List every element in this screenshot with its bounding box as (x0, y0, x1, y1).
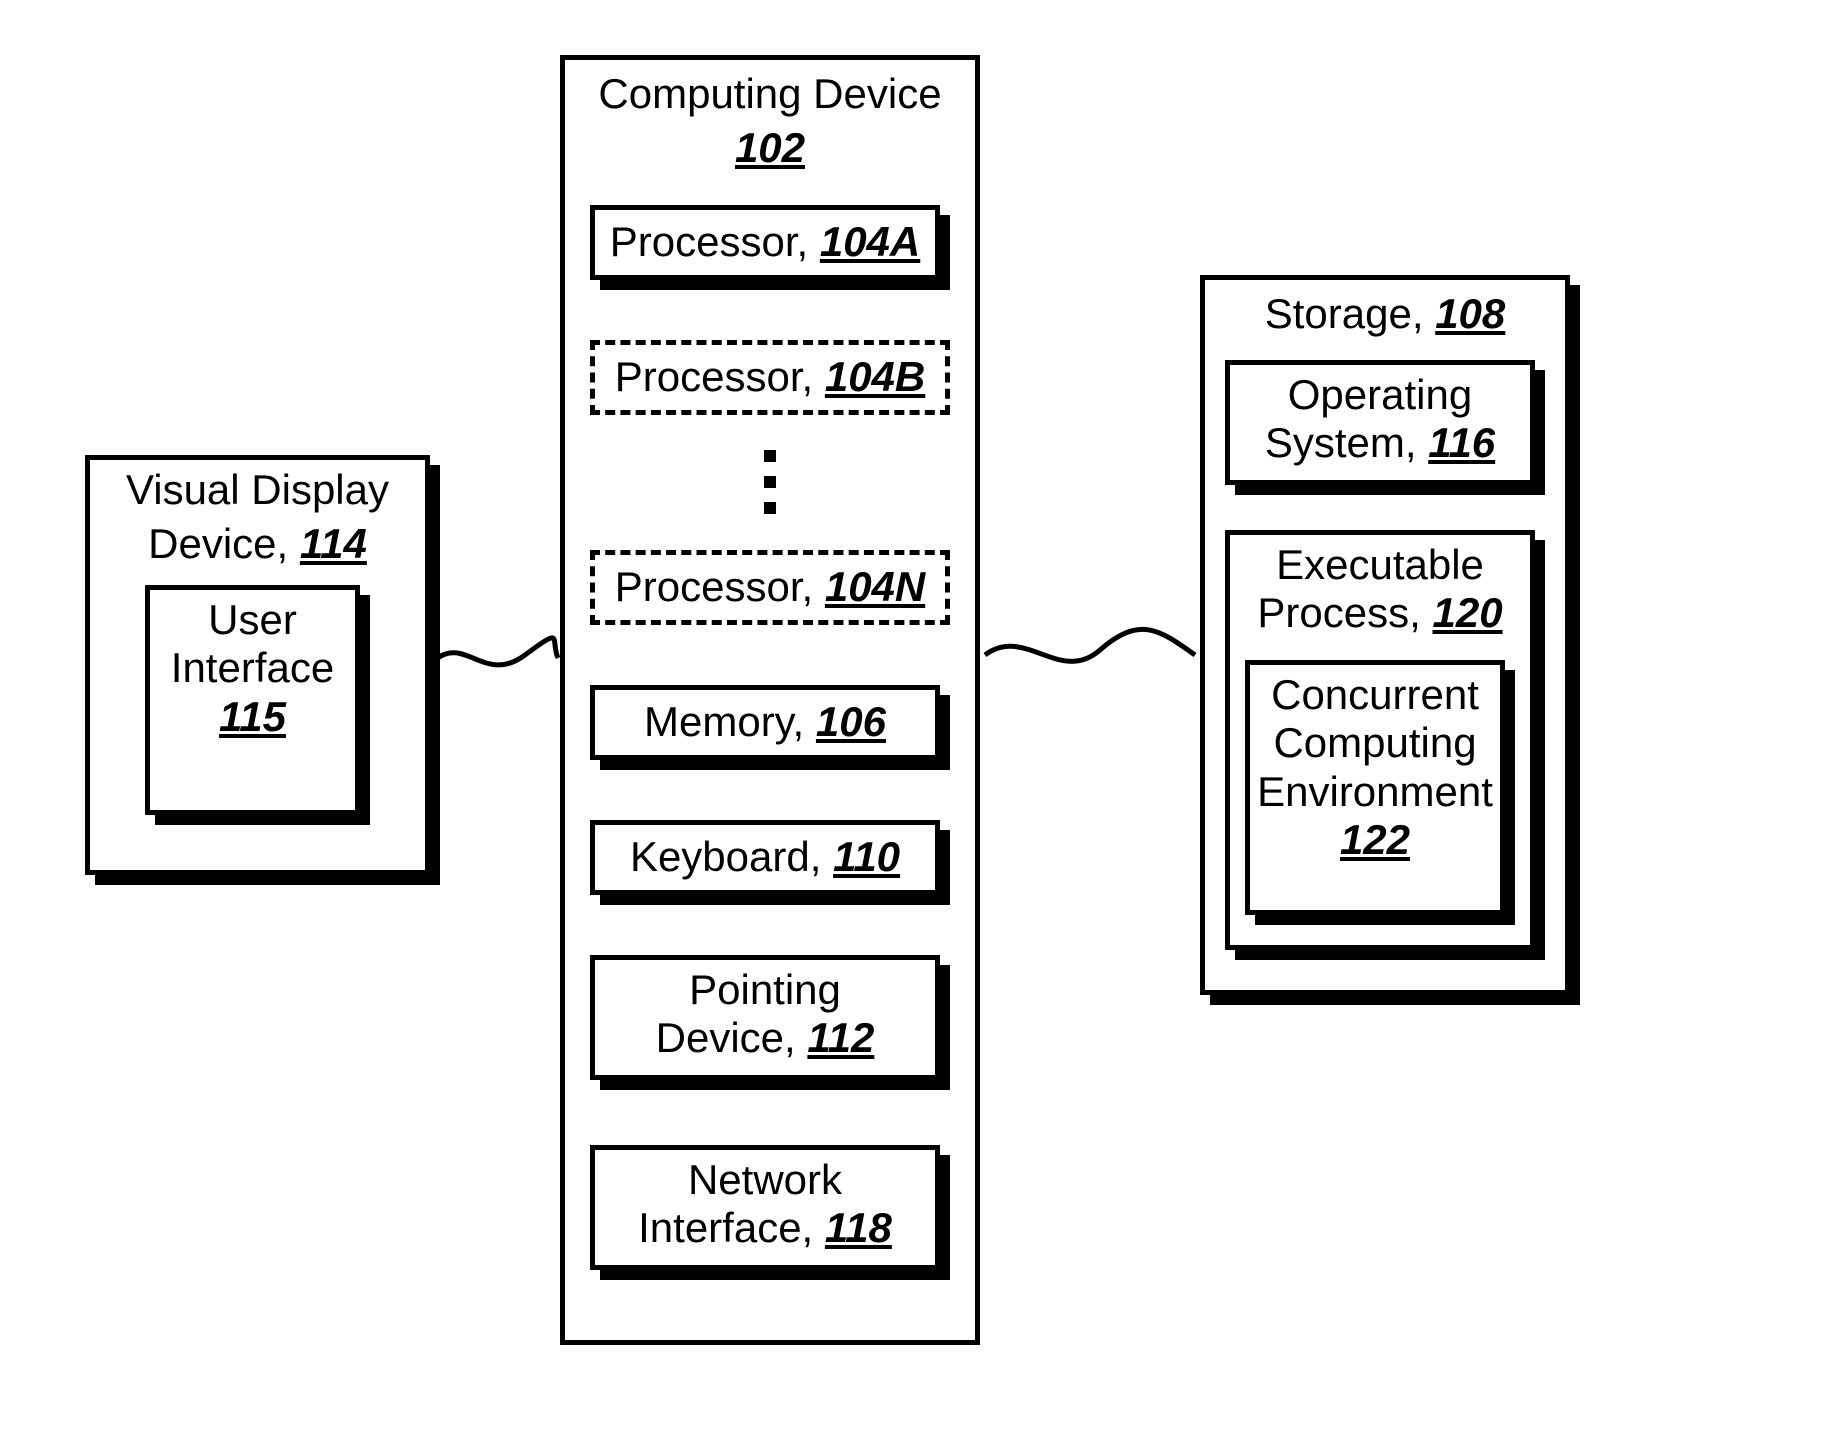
network-line2-ref: 118 (825, 1204, 892, 1251)
operating-system-box: Operating System, 116 (1225, 360, 1535, 485)
ui-line1: User (150, 596, 355, 644)
network-line2-text: Interface, (638, 1204, 825, 1251)
ui-ref: 115 (219, 693, 286, 740)
cce-line2: Computing (1250, 719, 1500, 767)
processor-a-ref: 104A (820, 218, 920, 265)
processor-n-text: Processor, (615, 563, 825, 610)
computing-device-box: Computing Device 102 Processor, 104A Pro… (560, 55, 980, 1345)
computing-device-title: Computing Device (565, 60, 975, 118)
user-interface-box: User Interface 115 (145, 585, 360, 815)
cce-box: Concurrent Computing Environment 122 (1245, 660, 1505, 915)
keyboard-box: Keyboard, 110 (590, 820, 940, 895)
os-line2-ref: 116 (1428, 419, 1495, 466)
cce-line1: Concurrent (1250, 671, 1500, 719)
pointing-line2-text: Device, (656, 1014, 808, 1061)
processors-ellipsis-icon (764, 450, 776, 514)
processor-b-text: Processor, (615, 353, 825, 400)
cce-ref: 122 (1340, 816, 1410, 863)
storage-ref: 108 (1435, 290, 1505, 337)
processor-a-text: Processor, (610, 218, 820, 265)
network-interface-box: Network Interface, 118 (590, 1145, 940, 1270)
exec-line1: Executable (1230, 541, 1530, 589)
memory-ref: 106 (816, 698, 886, 745)
keyboard-ref: 110 (833, 833, 900, 880)
processor-n-box: Processor, 104N (590, 550, 950, 625)
cce-line3: Environment (1250, 768, 1500, 816)
executable-process-box: Executable Process, 120 Concurrent Compu… (1225, 530, 1535, 950)
visual-display-ref: 114 (300, 520, 367, 567)
pointing-line2-ref: 112 (807, 1014, 874, 1061)
pointing-device-box: Pointing Device, 112 (590, 955, 940, 1080)
ui-line2: Interface (150, 644, 355, 692)
os-line1: Operating (1230, 371, 1530, 419)
exec-line2-ref: 120 (1432, 589, 1502, 636)
memory-text: Memory, (644, 698, 816, 745)
connector-vdd-cd (430, 630, 560, 690)
processor-n-ref: 104N (825, 563, 925, 610)
processor-b-ref: 104B (825, 353, 925, 400)
network-line1: Network (595, 1156, 935, 1204)
storage-title-text: Storage, (1265, 290, 1435, 337)
pointing-line1: Pointing (595, 966, 935, 1014)
connector-cd-storage (980, 620, 1200, 690)
processor-b-box: Processor, 104B (590, 340, 950, 415)
processor-a-box: Processor, 104A (590, 205, 940, 280)
storage-box: Storage, 108 Operating System, 116 Execu… (1200, 275, 1570, 995)
visual-display-title-line1: Visual Display (90, 460, 425, 514)
visual-display-device-text: Device, (148, 520, 300, 567)
visual-display-title-line2: Device, 114 (90, 514, 425, 568)
memory-box: Memory, 106 (590, 685, 940, 760)
visual-display-box: Visual Display Device, 114 User Interfac… (85, 455, 430, 875)
exec-line2-text: Process, (1257, 589, 1432, 636)
keyboard-text: Keyboard, (630, 833, 833, 880)
computing-device-ref: 102 (735, 124, 805, 171)
os-line2-text: System, (1265, 419, 1428, 466)
